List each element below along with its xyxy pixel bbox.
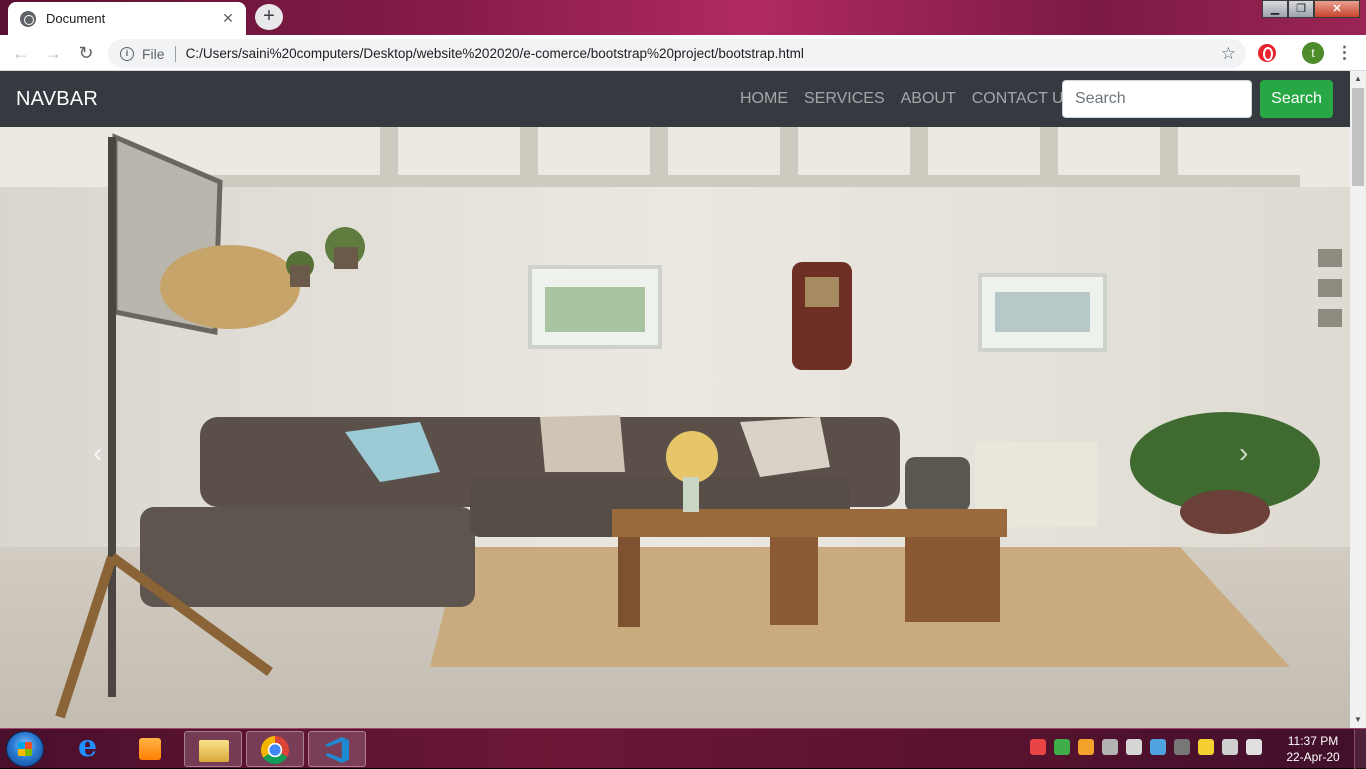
nav-about[interactable]: ABOUT	[901, 90, 956, 108]
minimize-button[interactable]: ▁	[1262, 0, 1288, 18]
new-tab-button[interactable]: +	[255, 4, 283, 30]
file-explorer-icon[interactable]	[184, 731, 242, 767]
info-icon[interactable]: i	[120, 46, 134, 61]
forward-arrow-icon[interactable]: →	[42, 42, 64, 64]
tray-app-icon[interactable]	[1030, 739, 1046, 755]
extension-icon[interactable]	[1258, 44, 1276, 62]
tray-app-icon[interactable]	[1078, 739, 1094, 755]
scrollbar-thumb[interactable]	[1352, 88, 1364, 186]
carousel-slide-image: ‹ ›	[0, 127, 1350, 728]
page-scrollbar[interactable]: ▲ ▼	[1350, 71, 1366, 728]
action-center-icon[interactable]	[1198, 739, 1214, 755]
search-button[interactable]: Search	[1260, 80, 1333, 118]
address-url[interactable]: C:/Users/saini%20computers/Desktop/websi…	[186, 46, 1221, 61]
globe-icon	[20, 10, 36, 27]
maximize-button[interactable]: ❐	[1288, 0, 1314, 18]
address-divider	[174, 45, 176, 62]
profile-avatar[interactable]: t	[1302, 42, 1324, 64]
living-room-photo	[0, 127, 1350, 728]
address-bar[interactable]: i File C:/Users/saini%20computers/Deskto…	[108, 39, 1246, 68]
browser-toolbar: ← → ↻ i File C:/Users/saini%20computers/…	[0, 35, 1366, 71]
battery-icon[interactable]	[1222, 739, 1238, 755]
clock-date: 22-Apr-20	[1286, 750, 1340, 764]
tab-title: Document	[46, 11, 106, 26]
network-icon[interactable]	[1102, 739, 1118, 755]
site-navbar: NAVBAR HOME SERVICES ABOUT CONTACT US Se…	[0, 71, 1350, 127]
taskbar-clock[interactable]: 11:37 PM 22-Apr-20	[1282, 733, 1344, 765]
browser-tab-strip: Document ✕ + ▁ ❐ ✕	[0, 0, 1366, 35]
nav-home[interactable]: HOME	[740, 90, 788, 108]
media-player-icon[interactable]	[122, 731, 180, 767]
show-desktop-button[interactable]	[1354, 729, 1366, 769]
volume-icon[interactable]	[1126, 739, 1142, 755]
back-arrow-icon[interactable]: ←	[10, 42, 32, 64]
browser-tab[interactable]: Document ✕	[8, 2, 246, 35]
tray-app-icon[interactable]	[1054, 739, 1070, 755]
scroll-down-arrow-icon[interactable]: ▼	[1350, 712, 1366, 728]
browser-menu-icon[interactable]: ⋮	[1336, 42, 1353, 64]
search-input[interactable]	[1062, 80, 1252, 118]
nav-links: HOME SERVICES ABOUT CONTACT US	[740, 90, 1090, 108]
chrome-icon[interactable]	[246, 731, 304, 767]
speaker-icon[interactable]	[1246, 739, 1262, 755]
tray-app-icon[interactable]	[1174, 739, 1190, 755]
nav-services[interactable]: SERVICES	[804, 90, 885, 108]
scroll-up-arrow-icon[interactable]: ▲	[1350, 71, 1366, 87]
carousel-prev-icon[interactable]: ‹	[93, 437, 102, 469]
os-taskbar: 11:37 PM 22-Apr-20	[0, 728, 1366, 769]
tray-app-icon[interactable]	[1150, 739, 1166, 755]
close-tab-icon[interactable]: ✕	[220, 10, 236, 27]
clock-time: 11:37 PM	[1287, 734, 1339, 748]
navbar-brand[interactable]: NAVBAR	[16, 88, 98, 111]
system-tray	[1030, 739, 1270, 755]
close-window-button[interactable]: ✕	[1314, 0, 1360, 18]
address-scheme: File	[142, 45, 165, 62]
start-button[interactable]	[6, 731, 44, 767]
reload-icon[interactable]: ↻	[75, 42, 97, 64]
internet-explorer-icon[interactable]	[62, 729, 120, 767]
vscode-icon[interactable]	[308, 731, 366, 767]
page-viewport: NAVBAR HOME SERVICES ABOUT CONTACT US Se…	[0, 71, 1366, 728]
nav-contact-us[interactable]: CONTACT US	[972, 90, 1075, 108]
window-controls: ▁ ❐ ✕	[1262, 0, 1360, 18]
carousel-next-icon[interactable]: ›	[1239, 437, 1248, 469]
bookmark-star-icon[interactable]: ☆	[1221, 44, 1236, 64]
